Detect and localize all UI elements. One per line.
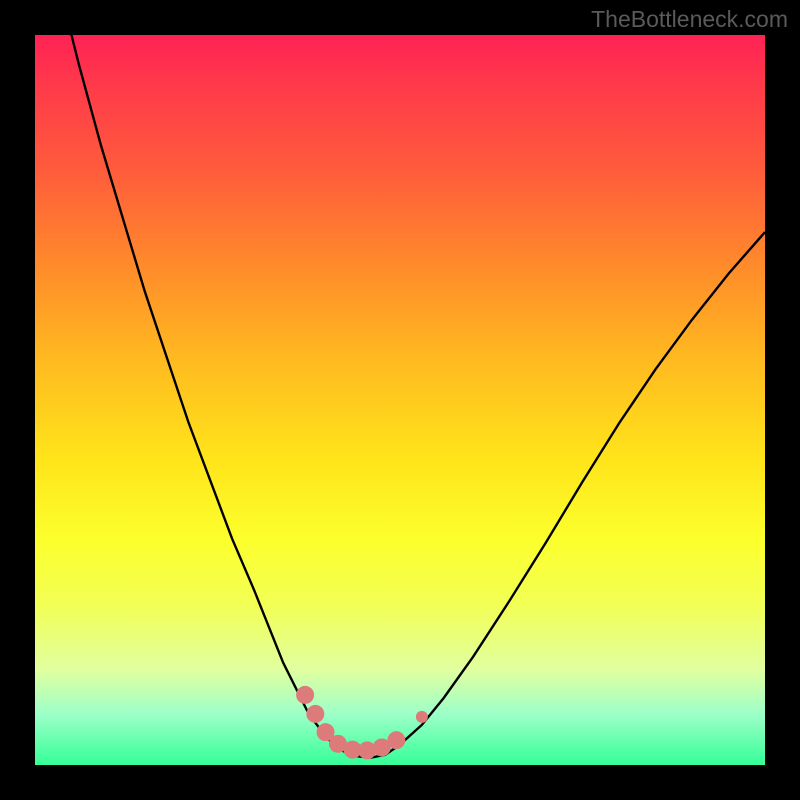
watermark-label: TheBottleneck.com — [591, 6, 788, 33]
bottleneck-chart — [35, 35, 765, 765]
marker-left-top — [296, 686, 314, 704]
marker-group — [296, 686, 428, 759]
marker-right-1 — [387, 731, 405, 749]
marker-right-dot — [416, 711, 428, 723]
marker-left-mid — [306, 705, 324, 723]
bottleneck-curve-line — [35, 35, 765, 758]
